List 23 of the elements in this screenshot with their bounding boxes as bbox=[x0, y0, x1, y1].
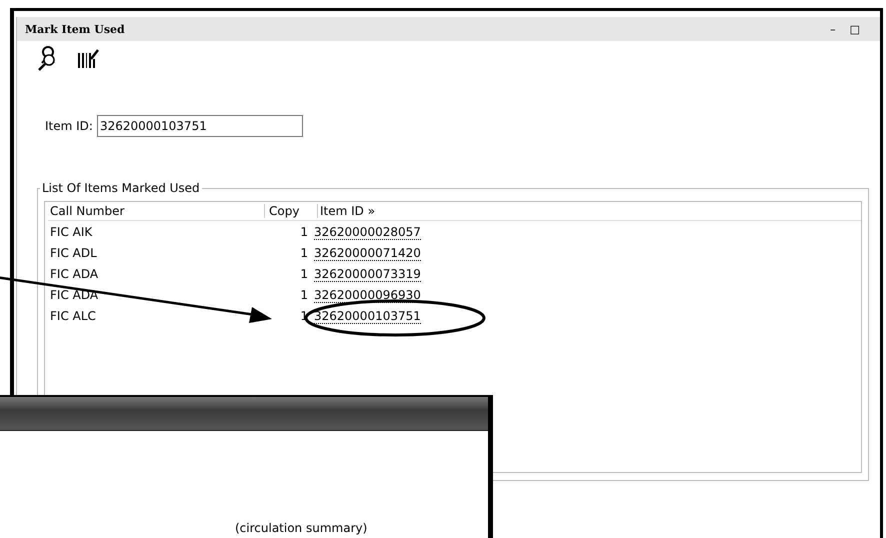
table-cell-text: FIC AIK bbox=[49, 224, 94, 238]
window-control[interactable]: □ bbox=[850, 22, 860, 36]
group-legend: List Of Items Marked Used bbox=[40, 181, 202, 195]
table-cell-text: FIC ADL bbox=[49, 246, 98, 260]
table-cell-text: 1 bbox=[299, 288, 309, 302]
window-control[interactable]: – bbox=[830, 22, 836, 36]
caption-text: (circulation summary) bbox=[235, 521, 368, 535]
item-id-link[interactable]: 32620000071420 bbox=[314, 246, 421, 260]
table-cell-text: 1 bbox=[299, 246, 309, 260]
column-header[interactable]: Call Number bbox=[48, 204, 265, 218]
table-cell-text: 1 bbox=[299, 266, 309, 280]
item-id-label: Item ID: bbox=[45, 119, 93, 133]
window-title: Mark Item Used bbox=[25, 22, 125, 36]
barcode-icon[interactable] bbox=[77, 47, 99, 69]
table-cell-text: FIC ALC bbox=[49, 308, 97, 322]
column-header[interactable]: Copy bbox=[265, 204, 318, 218]
table-cell-text: FIC ADA bbox=[49, 266, 100, 280]
table-cell-text: 1 bbox=[299, 224, 309, 238]
item-id-link[interactable]: 32620000073319 bbox=[314, 266, 421, 282]
column-header[interactable]: Item ID » bbox=[318, 204, 376, 218]
item-id-link[interactable]: 32620000096930 bbox=[314, 288, 421, 302]
item-id-link[interactable]: 32620000028057 bbox=[314, 224, 421, 240]
item-id-field[interactable]: 32620000103751 bbox=[96, 115, 303, 137]
